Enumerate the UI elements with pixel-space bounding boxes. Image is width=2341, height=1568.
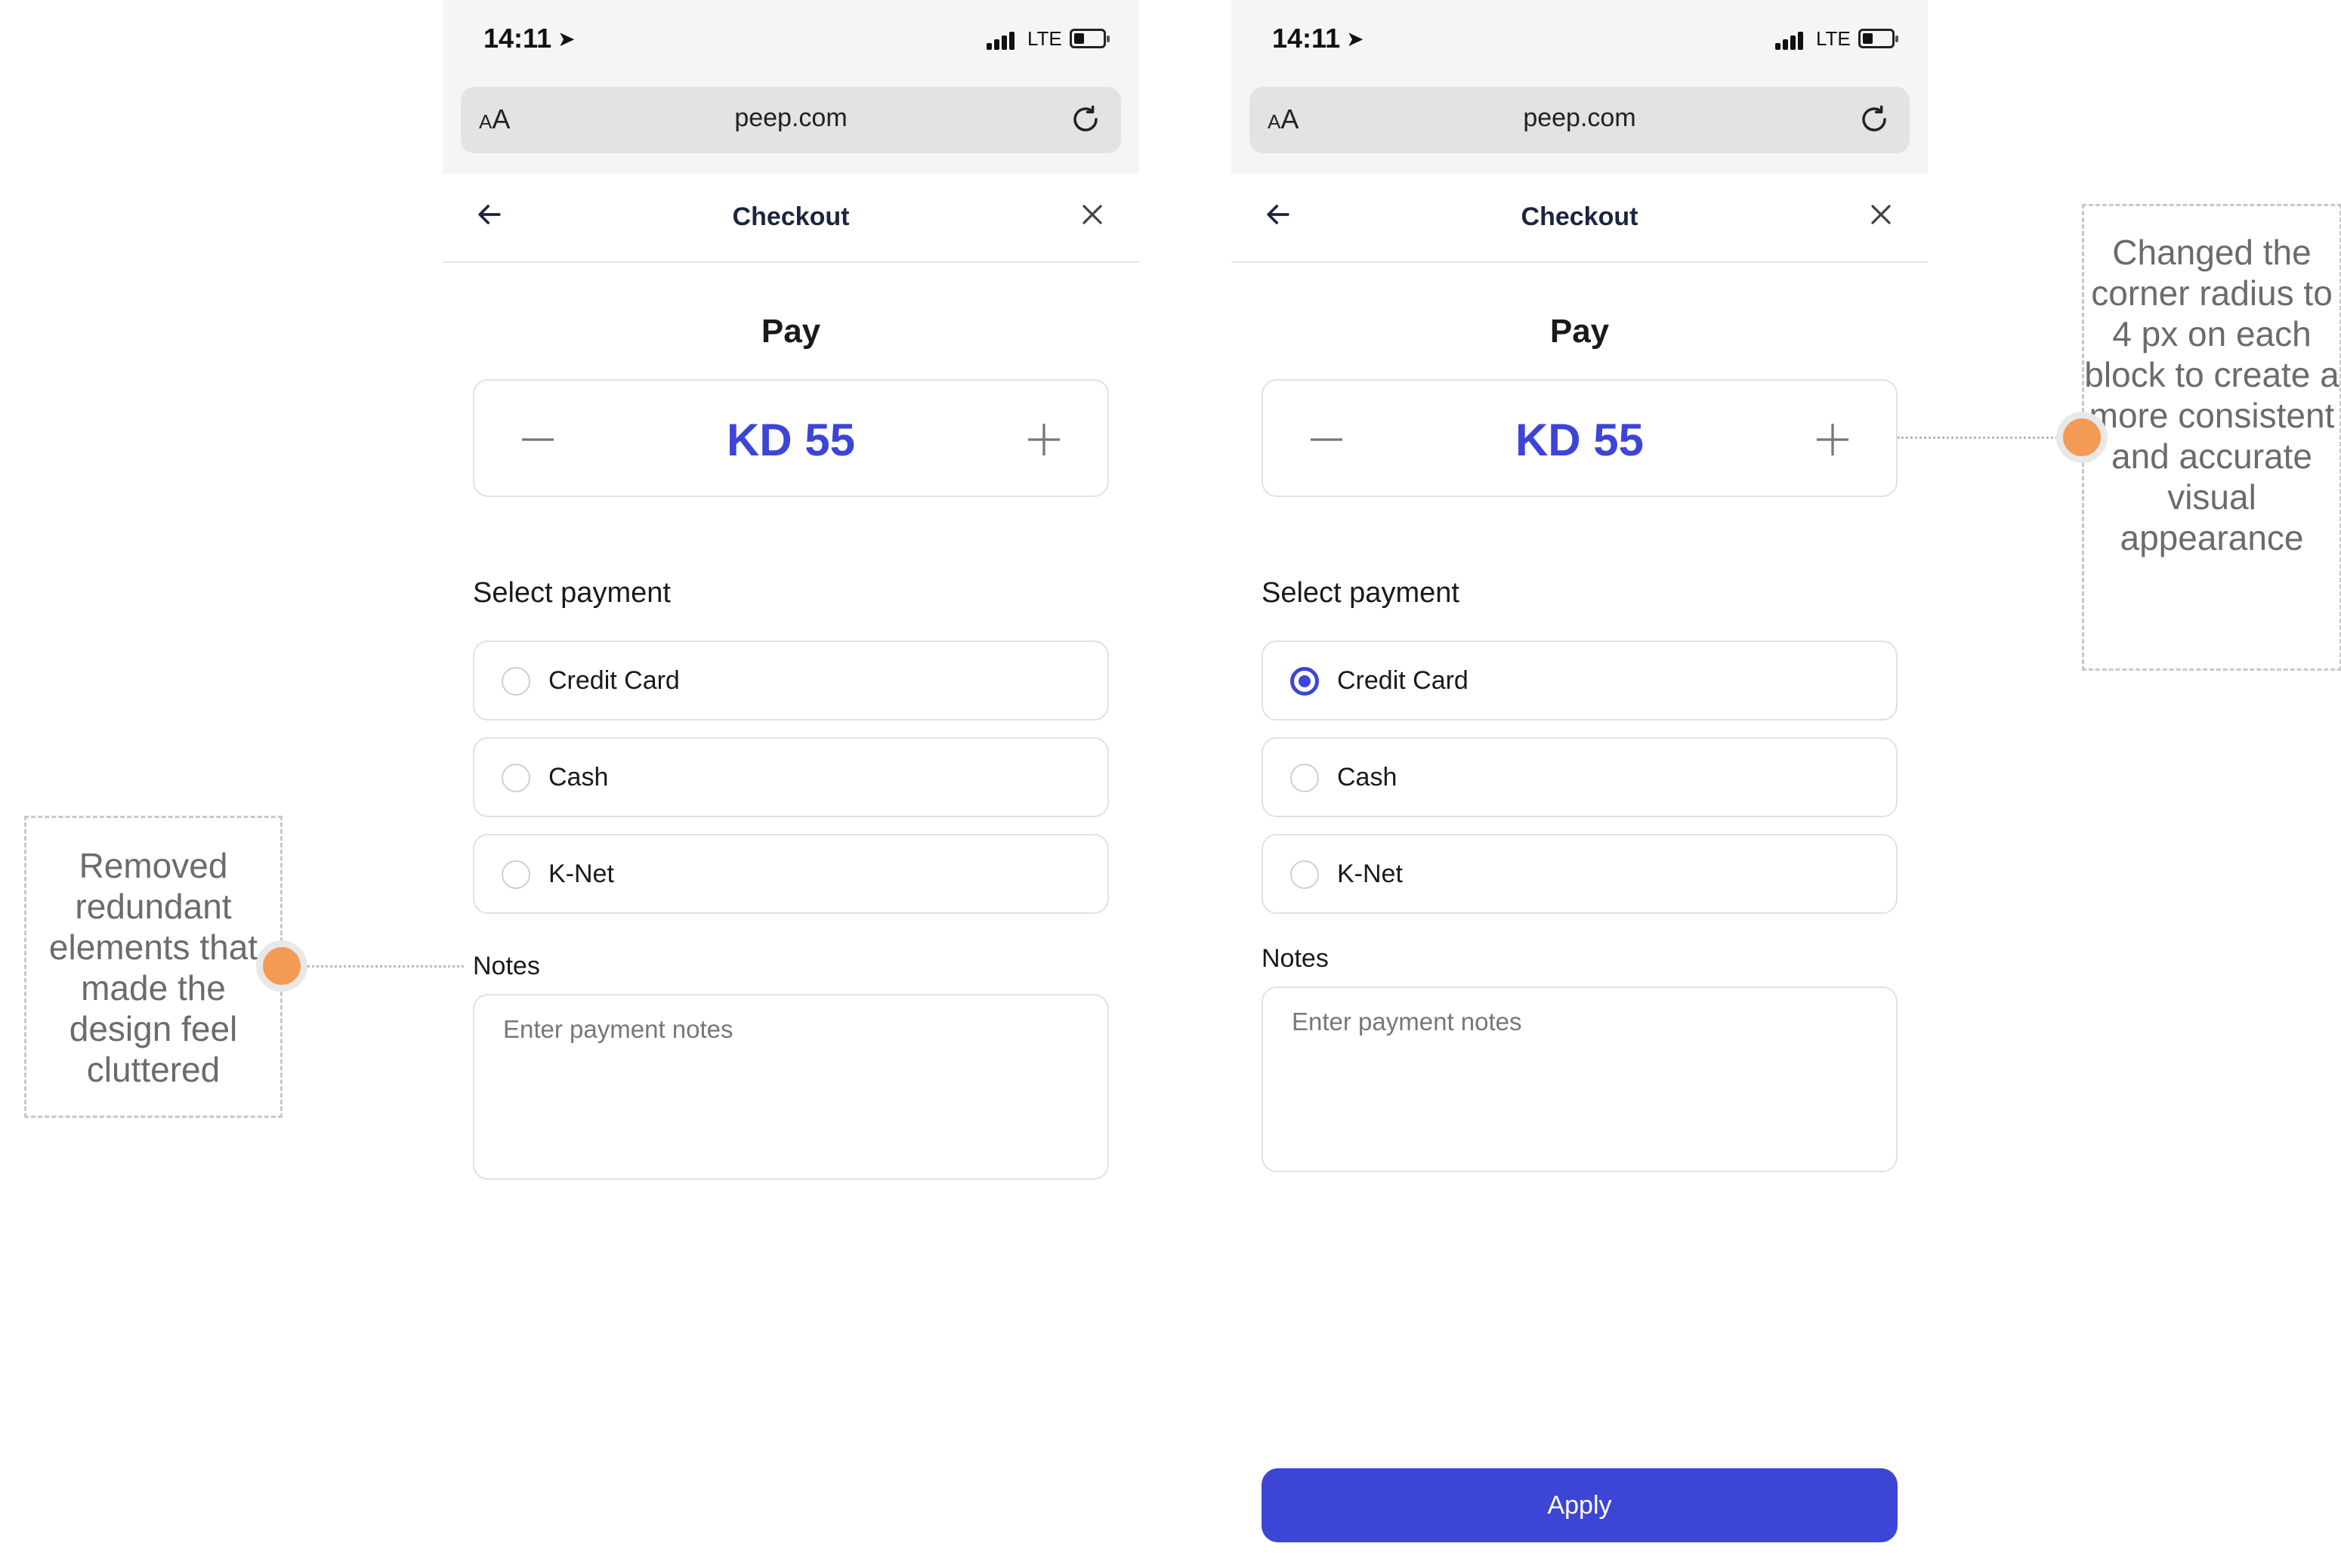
annotation-connector-left — [302, 965, 464, 968]
pay-heading: Pay — [1549, 313, 1610, 350]
url-text[interactable]: peep.com — [1249, 103, 1910, 133]
payment-option-label: Cash — [1337, 763, 1397, 792]
signal-icon — [987, 30, 1020, 50]
checkout-screen-after: 14:11 ➤ LTE AA peep.com Checkout Pay KD 5… — [1231, 0, 1928, 1568]
radio-button[interactable] — [1290, 860, 1319, 889]
checkout-screen-before: 14:11 ➤ LTE AA peep.com Checkout Pay KD 5… — [443, 0, 1139, 1568]
location-arrow-icon: ➤ — [557, 27, 576, 51]
browser-url-bar[interactable]: AA peep.com — [461, 87, 1121, 153]
page-title: Checkout — [1521, 202, 1638, 231]
annotation-dot-right — [2063, 418, 2101, 456]
annotation-left: Removed redundant elements that made the… — [24, 816, 283, 1118]
status-bar: 14:11 ➤ LTE AA peep.com — [443, 0, 1139, 174]
reload-icon[interactable] — [1858, 103, 1890, 135]
radio-button[interactable] — [502, 764, 530, 792]
apply-button[interactable]: Apply — [1262, 1468, 1898, 1542]
payment-option-label: Credit Card — [548, 666, 680, 695]
select-payment-label: Select payment — [1262, 577, 1459, 609]
payment-option-cash[interactable]: Cash — [473, 737, 1109, 817]
radio-button[interactable] — [502, 667, 530, 696]
checkout-header: Checkout — [443, 174, 1139, 263]
notes-input[interactable] — [1262, 986, 1898, 1172]
checkout-header: Checkout — [1231, 174, 1928, 263]
network-type: LTE — [1027, 27, 1062, 50]
radio-button[interactable] — [1290, 764, 1319, 792]
plus-icon[interactable] — [1023, 418, 1065, 461]
location-arrow-icon: ➤ — [1346, 27, 1364, 51]
annotation-dot-left — [263, 947, 301, 985]
payment-option-knet[interactable]: K-Net — [473, 834, 1109, 914]
select-payment-label: Select payment — [473, 577, 671, 609]
page-title: Checkout — [732, 202, 850, 231]
payment-option-credit-card[interactable]: Credit Card — [473, 640, 1109, 721]
battery-icon — [1070, 29, 1110, 48]
payment-option-label: K-Net — [548, 860, 614, 888]
radio-button-selected[interactable] — [1290, 667, 1319, 696]
radio-button[interactable] — [502, 860, 530, 889]
pay-heading: Pay — [761, 313, 821, 350]
payment-option-label: Credit Card — [1337, 666, 1469, 695]
close-icon[interactable] — [1076, 198, 1109, 231]
payment-option-knet[interactable]: K-Net — [1262, 834, 1898, 914]
reload-icon[interactable] — [1070, 103, 1101, 135]
notes-input[interactable] — [473, 994, 1109, 1180]
url-text[interactable]: peep.com — [461, 103, 1121, 133]
payment-option-label: Cash — [548, 763, 609, 792]
payment-option-credit-card[interactable]: Credit Card — [1262, 640, 1898, 721]
status-time: 14:11 ➤ — [483, 23, 576, 54]
amount-value: KD 55 — [726, 415, 856, 465]
notes-label: Notes — [1262, 944, 1329, 973]
browser-url-bar[interactable]: AA peep.com — [1249, 87, 1910, 153]
battery-icon — [1858, 29, 1898, 48]
status-time: 14:11 ➤ — [1272, 23, 1364, 54]
close-icon[interactable] — [1864, 198, 1898, 231]
amount-stepper: KD 55 — [1262, 379, 1898, 497]
amount-value: KD 55 — [1515, 415, 1645, 465]
annotation-right: Changed the corner radius to 4 px on eac… — [2082, 204, 2341, 671]
network-type: LTE — [1816, 27, 1851, 50]
payment-option-label: K-Net — [1337, 860, 1403, 888]
signal-icon — [1775, 30, 1808, 50]
payment-option-cash[interactable]: Cash — [1262, 737, 1898, 817]
amount-stepper: KD 55 — [473, 379, 1109, 497]
annotation-connector-right — [1898, 437, 2062, 439]
notes-label: Notes — [473, 952, 540, 980]
status-bar: 14:11 ➤ LTE AA peep.com — [1231, 0, 1928, 174]
plus-icon[interactable] — [1811, 418, 1854, 461]
